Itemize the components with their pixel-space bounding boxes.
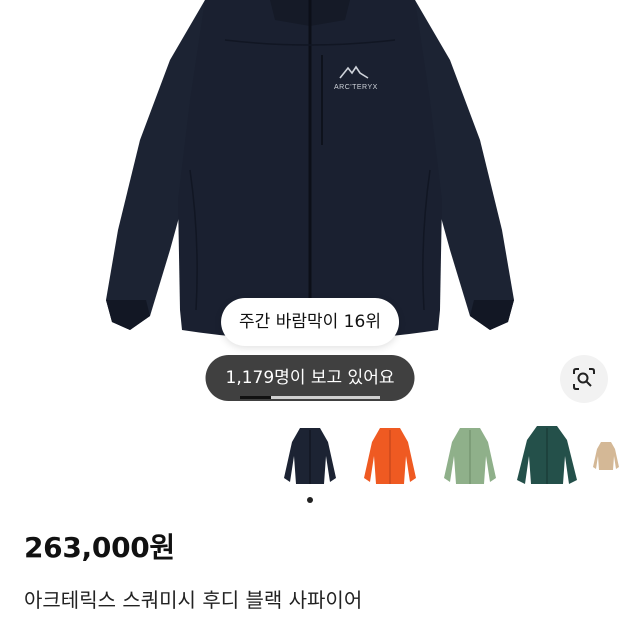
color-variant-list	[0, 418, 620, 498]
color-variant-thumb[interactable]	[276, 418, 344, 494]
gallery-progress-bar	[240, 396, 380, 399]
selected-variant-indicator	[307, 497, 313, 503]
lens-search-icon	[573, 368, 595, 390]
color-variant-thumb[interactable]	[436, 418, 504, 494]
weekly-rank-badge[interactable]: 주간 바람막이 16위	[221, 298, 399, 346]
image-search-button[interactable]	[560, 355, 608, 403]
product-photo	[106, 0, 514, 340]
color-variant-thumb[interactable]	[592, 418, 620, 494]
color-variant-thumb[interactable]	[356, 418, 424, 494]
live-viewers-badge: 1,179명이 보고 있어요	[205, 355, 415, 401]
product-image-gallery[interactable]: ARC'TERYX 주간 바람막이 16위 1,179명이 보고 있어요	[0, 0, 620, 410]
color-variant-thumb[interactable]	[514, 418, 582, 494]
brand-logo: ARC'TERYX	[334, 64, 377, 91]
product-price: 263,000원	[24, 531, 175, 564]
product-title: 아크테릭스 스쿼미시 후디 블랙 사파이어	[24, 588, 363, 612]
arcteryx-bird-icon	[339, 65, 369, 79]
